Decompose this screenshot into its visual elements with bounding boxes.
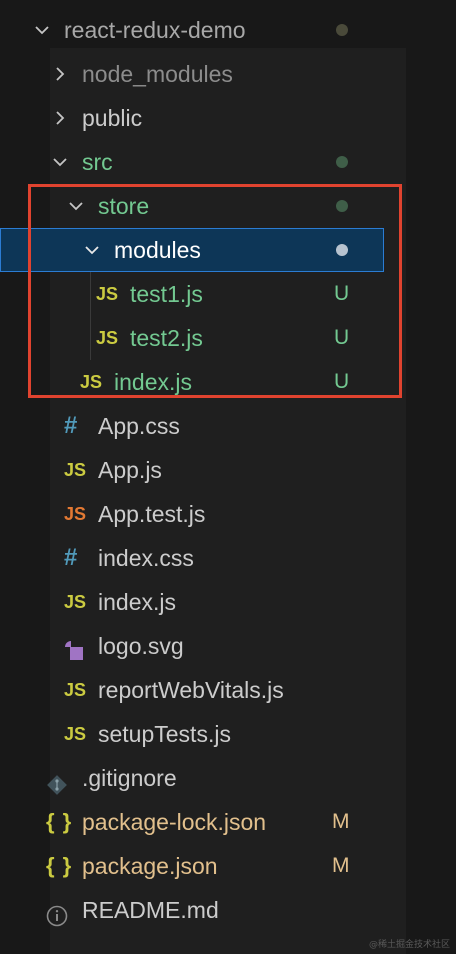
tree-folder-node-modules[interactable]: node_modules: [0, 52, 456, 96]
status-dot: [336, 156, 348, 168]
status-dot: [336, 200, 348, 212]
tree-item-label: index.js: [98, 589, 176, 615]
tree-file-app-test-js[interactable]: JS App.test.js: [0, 492, 456, 536]
css-file-icon: #: [64, 544, 78, 571]
tree-file-test1-js[interactable]: JS test1.js U: [0, 272, 456, 316]
tree-file-index-js[interactable]: JS index.js: [0, 580, 456, 624]
chevron-down-icon: [34, 22, 50, 38]
git-status-badge: M: [332, 854, 350, 877]
tree-item-label: .gitignore: [82, 765, 177, 791]
tree-item-label: App.js: [98, 457, 162, 483]
tree-item-label: test1.js: [130, 281, 203, 307]
tree-folder-src[interactable]: src: [0, 140, 456, 184]
tree-item-label: src: [82, 149, 113, 175]
javascript-file-icon: JS: [64, 724, 87, 744]
tree-file-report-web-vitals-js[interactable]: JS reportWebVitals.js: [0, 668, 456, 712]
tree-item-label: App.css: [98, 413, 180, 439]
file-explorer: react-redux-demo node_modules public src…: [0, 0, 456, 954]
tree-file-setup-tests-js[interactable]: JS setupTests.js: [0, 712, 456, 756]
chevron-down-icon: [52, 154, 68, 170]
git-status-badge: U: [334, 326, 350, 349]
tree-file-logo-svg[interactable]: logo.svg: [0, 624, 456, 668]
tree-file-readme-md[interactable]: README.md: [0, 888, 456, 932]
tree-file-package-json[interactable]: { } package.json M: [0, 844, 456, 888]
tree-folder-modules[interactable]: modules: [0, 228, 384, 272]
tree-file-index-css[interactable]: # index.css: [0, 536, 456, 580]
tree-file-gitignore[interactable]: .gitignore: [0, 756, 456, 800]
status-dot: [336, 24, 348, 36]
tree-item-label: react-redux-demo: [64, 17, 246, 43]
tree-item-label: App.test.js: [98, 501, 206, 527]
tree-root-react-redux-demo[interactable]: react-redux-demo: [0, 8, 456, 52]
javascript-file-icon: JS: [64, 460, 87, 480]
tree-item-label: logo.svg: [98, 633, 184, 659]
javascript-file-icon: JS: [96, 284, 119, 304]
watermark: @稀土掘金技术社区: [368, 940, 450, 950]
git-status-badge: U: [334, 370, 350, 393]
tree-item-label: node_modules: [82, 61, 233, 87]
tree-item-label: public: [82, 105, 143, 131]
css-file-icon: #: [64, 412, 78, 439]
tree-item-label: test2.js: [130, 325, 203, 351]
tree-item-label: index.js: [114, 369, 192, 395]
tree-item-label: index.css: [98, 545, 194, 571]
tree-file-package-lock-json[interactable]: { } package-lock.json M: [0, 800, 456, 844]
tree-folder-public[interactable]: public: [0, 96, 456, 140]
tree-item-label: package-lock.json: [82, 809, 267, 835]
info-icon: [46, 899, 68, 943]
json-file-icon: { }: [46, 809, 73, 834]
tree-folder-store[interactable]: store: [0, 184, 456, 228]
tree-file-app-css[interactable]: # App.css: [0, 404, 456, 448]
tree-file-test2-js[interactable]: JS test2.js U: [0, 316, 456, 360]
javascript-test-file-icon: JS: [64, 504, 87, 524]
status-dot: [336, 244, 348, 256]
tree-file-store-index-js[interactable]: JS index.js U: [0, 360, 456, 404]
javascript-file-icon: JS: [64, 592, 87, 612]
tree-item-label: README.md: [82, 897, 219, 923]
javascript-file-icon: JS: [64, 680, 87, 700]
tree-file-app-js[interactable]: JS App.js: [0, 448, 456, 492]
tree-item-label: package.json: [82, 853, 218, 879]
tree-item-label: store: [98, 193, 150, 219]
git-status-badge: U: [334, 282, 350, 305]
javascript-file-icon: JS: [80, 372, 103, 392]
json-file-icon: { }: [46, 853, 73, 878]
tree-item-label: modules: [114, 237, 201, 263]
tree-item-label: reportWebVitals.js: [98, 677, 284, 703]
tree-item-label: setupTests.js: [98, 721, 231, 747]
javascript-file-icon: JS: [96, 328, 119, 348]
chevron-right-icon: [52, 110, 68, 126]
chevron-down-icon: [68, 198, 84, 214]
chevron-down-icon: [84, 242, 100, 258]
chevron-right-icon: [52, 66, 68, 82]
git-status-badge: M: [332, 810, 350, 833]
